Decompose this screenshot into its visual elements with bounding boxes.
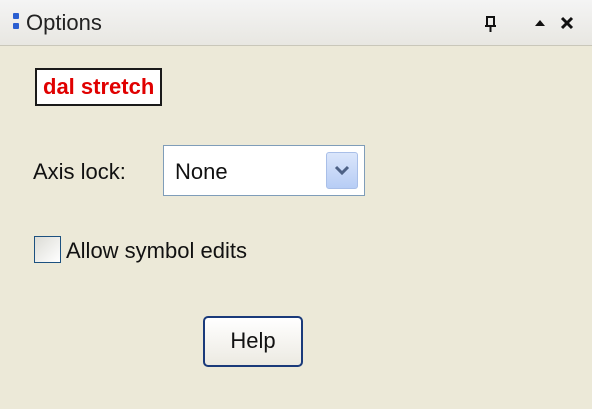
allow-symbol-edits-label[interactable]: Allow symbol edits [66, 237, 247, 265]
allow-symbol-edits-checkbox[interactable] [34, 236, 61, 263]
tool-mode-label: dal stretch [35, 68, 163, 106]
help-button[interactable]: Help [203, 316, 303, 367]
panel-right-edge [592, 0, 598, 409]
collapse-arrow-icon[interactable] [527, 10, 553, 36]
axis-lock-select[interactable]: None [163, 145, 365, 196]
axis-lock-value: None [175, 159, 228, 184]
options-panel: Options dal stretch Axis lock: None Allo… [0, 0, 598, 409]
dropdown-button[interactable] [326, 152, 358, 189]
axis-lock-label: Axis lock: [33, 159, 126, 184]
panel-titlebar[interactable]: Options [0, 0, 598, 46]
panel-title: Options [26, 10, 102, 35]
close-icon[interactable] [554, 10, 580, 36]
pin-icon[interactable] [478, 10, 504, 36]
grip-icon[interactable] [13, 13, 19, 33]
chevron-down-icon [334, 165, 350, 176]
